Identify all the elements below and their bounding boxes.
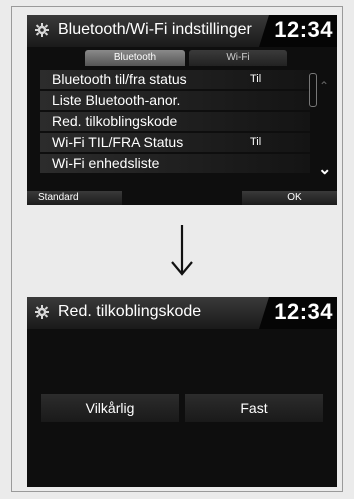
- list-item-label: Bluetooth til/fra status: [52, 70, 187, 89]
- bluetooth-wifi-settings-screen: Bluetooth/Wi-Fi indstillinger 12:34 Blue…: [27, 15, 337, 205]
- gear-icon: [35, 305, 49, 319]
- arrow-down-icon: [162, 223, 202, 277]
- scrollbar[interactable]: ⌃ ⌄: [307, 73, 333, 178]
- fixed-option-button[interactable]: Fast: [185, 394, 323, 422]
- list-item-label: Red. tilkoblingskode: [52, 112, 177, 131]
- clock: 12:34: [274, 299, 333, 325]
- list-item-value: Til: [250, 133, 261, 152]
- list-item-label: Wi-Fi enhedsliste: [52, 154, 159, 173]
- chevron-down-icon[interactable]: ⌄: [318, 159, 331, 179]
- title-bar: Bluetooth/Wi-Fi indstillinger 12:34: [27, 15, 337, 47]
- settings-list: Bluetooth til/fra status Til Liste Bluet…: [40, 70, 310, 175]
- list-item-edit-pairing-code[interactable]: Red. tilkoblingskode: [40, 112, 310, 131]
- clock-panel: 12:34: [269, 297, 337, 329]
- ok-button[interactable]: OK: [242, 191, 337, 205]
- screen-title: Bluetooth/Wi-Fi indstillinger: [58, 21, 252, 39]
- title-bar: Red. tilkoblingskode 12:34: [27, 297, 337, 329]
- tab-bluetooth[interactable]: Bluetooth: [85, 50, 185, 66]
- chevron-up-icon[interactable]: ⌃: [319, 79, 329, 93]
- list-item-label: Wi-Fi TIL/FRA Status: [52, 133, 183, 152]
- clock-panel: 12:34: [269, 15, 337, 47]
- gear-icon: [35, 23, 49, 37]
- list-item-bluetooth-devices[interactable]: Liste Bluetooth-anor.: [40, 91, 310, 110]
- list-item-label: Liste Bluetooth-anor.: [52, 91, 180, 110]
- list-item-bluetooth-status[interactable]: Bluetooth til/fra status Til: [40, 70, 310, 89]
- footer-bar: Standard OK: [27, 191, 337, 205]
- random-option-button[interactable]: Vilkårlig: [41, 394, 179, 422]
- tab-bar: Bluetooth Wi-Fi: [67, 50, 307, 66]
- standard-button[interactable]: Standard: [27, 191, 122, 205]
- list-item-wifi-devices[interactable]: Wi-Fi enhedsliste: [40, 154, 310, 173]
- list-item-wifi-status[interactable]: Wi-Fi TIL/FRA Status Til: [40, 133, 310, 152]
- scroll-thumb[interactable]: [309, 73, 317, 107]
- tab-wifi[interactable]: Wi-Fi: [189, 50, 287, 66]
- screen-title: Red. tilkoblingskode: [58, 303, 201, 321]
- clock: 12:34: [274, 17, 333, 43]
- list-item-value: Til: [250, 70, 261, 89]
- edit-pairing-code-screen: Red. tilkoblingskode 12:34 Vilkårlig Fas…: [27, 297, 337, 487]
